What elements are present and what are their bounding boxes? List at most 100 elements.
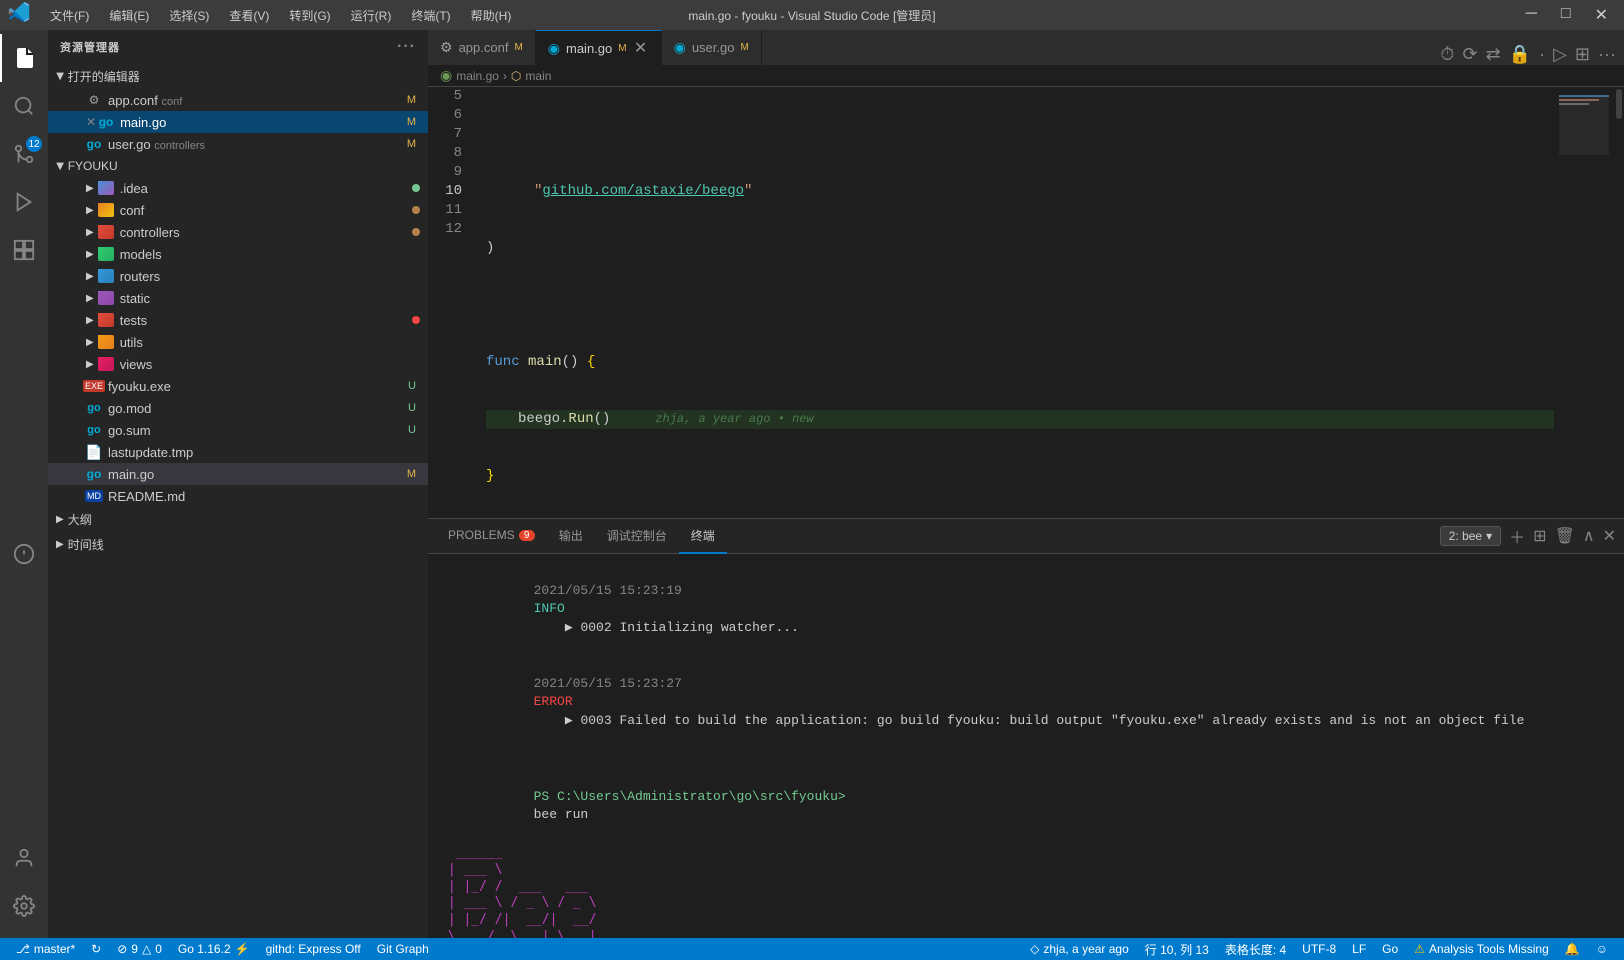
status-line-col[interactable]: 行 10, 列 13 — [1137, 938, 1217, 960]
menu-select[interactable]: 选择(S) — [161, 5, 217, 26]
dropdown-arrow-icon: ▾ — [1486, 529, 1492, 543]
diamond-icon: ◇ — [1030, 942, 1039, 956]
terminal-up-icon[interactable]: ∧ — [1583, 526, 1595, 546]
code-paren: () — [562, 353, 579, 372]
open-editors-section[interactable]: ▶ 打开的编辑器 — [48, 64, 428, 89]
menu-file[interactable]: 文件(F) — [42, 5, 97, 26]
status-feedback[interactable]: ☺ — [1588, 938, 1616, 960]
menu-run[interactable]: 运行(R) — [343, 5, 400, 26]
file-readme[interactable]: MD README.md — [48, 485, 428, 507]
status-notifications[interactable]: 🔔 — [1557, 938, 1588, 960]
status-language[interactable]: Go — [1374, 938, 1406, 960]
source-control-badge: 12 — [26, 136, 42, 152]
menu-goto[interactable]: 转到(G) — [281, 5, 338, 26]
outline-section[interactable]: ▶ 大纲 — [48, 507, 428, 532]
breadcrumb-file[interactable]: main.go — [456, 69, 499, 83]
status-analysis[interactable]: ⚠ Analysis Tools Missing — [1406, 938, 1557, 960]
project-section[interactable]: ▶ FYOUKU — [48, 155, 428, 177]
status-sync[interactable]: ↻ — [83, 938, 109, 960]
folder-controllers[interactable]: ▶ controllers — [48, 221, 428, 243]
panel-tab-problems[interactable]: PROBLEMS 9 — [436, 519, 547, 554]
folder-conf[interactable]: ▶ conf — [48, 199, 428, 221]
open-editor-maingo[interactable]: ✕ go main.go M — [48, 111, 428, 133]
tab-history-icon[interactable]: ⏱ — [1440, 44, 1454, 65]
terminal-content[interactable]: 2021/05/15 15:23:19 INFO ▶ 0002 Initiali… — [428, 554, 1624, 938]
activity-source-control[interactable]: 12 — [0, 130, 48, 178]
status-errors[interactable]: ⊘ 9 △ 0 — [109, 938, 170, 960]
terminal-close-icon[interactable]: ✕ — [1603, 526, 1616, 546]
panel-tab-debug[interactable]: 调试控制台 — [595, 519, 679, 554]
folder-utils-label: utils — [120, 335, 143, 350]
tab-appconf[interactable]: ⚙ app.conf M — [428, 30, 536, 65]
t-prompt-text: PS C:\Users\Administrator\go\src\fyouku> — [534, 789, 854, 804]
status-branch[interactable]: ⎇ master* — [8, 938, 83, 960]
code-paren: ) — [486, 239, 494, 258]
activity-account[interactable] — [0, 834, 48, 882]
activity-remote[interactable] — [0, 530, 48, 578]
menu-edit[interactable]: 编辑(E) — [101, 5, 157, 26]
vertical-scrollbar[interactable] — [1614, 87, 1624, 518]
breadcrumb-symbol[interactable]: main — [525, 69, 551, 83]
tab-lock-icon[interactable]: 🔒 — [1509, 44, 1531, 65]
folder-routers-arrow: ▶ — [86, 271, 94, 282]
activity-explorer[interactable] — [0, 34, 48, 82]
folder-idea[interactable]: ▶ .idea — [48, 177, 428, 199]
status-encoding[interactable]: UTF-8 — [1294, 938, 1344, 960]
timeline-section[interactable]: ▶ 时间线 — [48, 532, 428, 557]
file-gomod[interactable]: go go.mod U — [48, 397, 428, 419]
activity-settings[interactable] — [0, 882, 48, 930]
terminal-label: 终端 — [691, 527, 715, 544]
open-editor-appconf[interactable]: ⚙ app.conf conf M — [48, 89, 428, 111]
activity-run[interactable] — [0, 178, 48, 226]
file-gosum[interactable]: go go.sum U — [48, 419, 428, 441]
panel-tab-output[interactable]: 输出 — [547, 519, 595, 554]
terminal-trash-icon[interactable]: 🗑 — [1555, 526, 1575, 546]
close-icon[interactable]: ✕ — [86, 115, 96, 129]
tab-more-icon[interactable]: ··· — [1598, 44, 1616, 65]
status-go-version[interactable]: Go 1.16.2 ⚡ — [170, 938, 258, 960]
status-gitgraph[interactable]: Git Graph — [369, 938, 437, 960]
status-author[interactable]: ◇ zhja, a year ago — [1022, 938, 1137, 960]
close-button[interactable]: ✕ — [1587, 5, 1616, 25]
menu-view[interactable]: 查看(V) — [221, 5, 277, 26]
file-gomod-name: go.mod — [108, 401, 404, 416]
sidebar-actions-icon[interactable]: ··· — [397, 38, 416, 56]
folder-tests[interactable]: ▶ tests — [48, 309, 428, 331]
file-readme-name: README.md — [108, 489, 420, 504]
maximize-button[interactable]: □ — [1553, 5, 1579, 25]
folder-static[interactable]: ▶ static — [48, 287, 428, 309]
file-maingo[interactable]: go main.go M — [48, 463, 428, 485]
activity-extensions[interactable] — [0, 226, 48, 274]
tab-usergo[interactable]: ◉ user.go M — [662, 30, 762, 65]
code-editor[interactable]: 5 6 7 8 9 10 11 12 "github.com/astaxie/b… — [428, 87, 1624, 518]
t-msg: ▶ 0003 Failed to build the application: … — [534, 713, 1525, 728]
folder-views[interactable]: ▶ views — [48, 353, 428, 375]
status-gitd[interactable]: githd: Express Off — [258, 938, 369, 960]
folder-models[interactable]: ▶ models — [48, 243, 428, 265]
tab-maingo[interactable]: ◉ main.go M ✕ — [536, 30, 662, 65]
code-dot: . — [560, 410, 568, 429]
file-lastupdate[interactable]: 📄 lastupdate.tmp — [48, 441, 428, 463]
menu-terminal[interactable]: 终端(T) — [403, 5, 458, 26]
tab-dot-icon[interactable]: · — [1539, 44, 1545, 65]
tab-arrow-icon[interactable]: ▷ — [1553, 44, 1567, 65]
status-lineending-text: LF — [1352, 942, 1366, 956]
status-tabsize[interactable]: 表格长度: 4 — [1217, 938, 1294, 960]
tab-close-icon[interactable]: ✕ — [633, 40, 649, 56]
folder-utils[interactable]: ▶ utils — [48, 331, 428, 353]
status-lineending[interactable]: LF — [1344, 938, 1374, 960]
terminal-line-1: 2021/05/15 15:23:19 INFO ▶ 0002 Initiali… — [440, 564, 1612, 655]
open-editor-usergo[interactable]: go user.go controllers M — [48, 133, 428, 155]
minimize-button[interactable]: ─ — [1518, 5, 1545, 25]
folder-routers[interactable]: ▶ routers — [48, 265, 428, 287]
terminal-dropdown[interactable]: 2: bee ▾ — [1440, 526, 1501, 546]
tab-split-icon[interactable]: ⟳ — [1462, 44, 1477, 65]
menu-help[interactable]: 帮助(H) — [463, 5, 520, 26]
tab-layout-icon[interactable]: ⊞ — [1575, 44, 1590, 65]
file-fyoukuexe[interactable]: EXE fyouku.exe U — [48, 375, 428, 397]
terminal-split-icon[interactable]: ⊞ — [1533, 526, 1546, 546]
panel-tab-terminal[interactable]: 终端 — [679, 519, 727, 554]
activity-search[interactable] — [0, 82, 48, 130]
tab-swap-icon[interactable]: ⇄ — [1486, 44, 1501, 65]
terminal-add-icon[interactable]: ＋ — [1509, 524, 1525, 548]
